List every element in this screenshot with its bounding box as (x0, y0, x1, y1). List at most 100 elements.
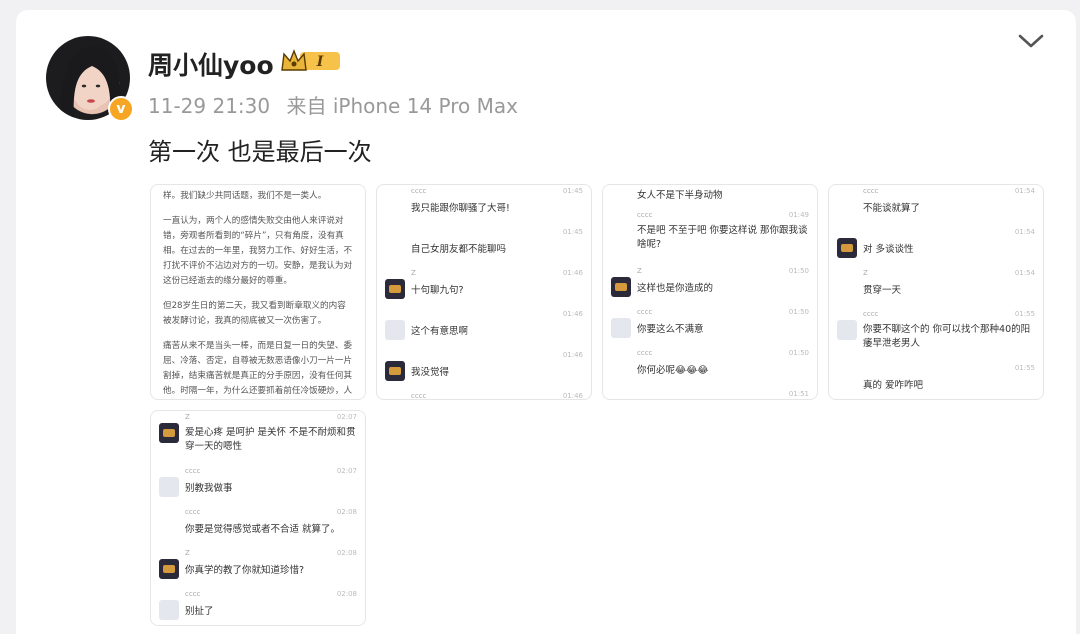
chat-sender: cccc (637, 349, 653, 357)
chat-time: 01:51 (788, 390, 809, 398)
chat-message: 01:45 自己女朋友都不能聊吗 (377, 226, 591, 267)
chat-sender: cccc (637, 211, 653, 219)
chat-sender: Z (185, 413, 190, 421)
chat-text: 你要是觉得感觉或者不合适 就算了。 (185, 524, 341, 535)
post-text: 第一次 也是最后一次 (148, 138, 372, 166)
chat-message: 01:54 对 多谈谈性 (829, 226, 1043, 267)
chat-text: 别教我做事 (185, 483, 233, 494)
chat-avatar (611, 318, 631, 338)
chat-sender: cccc (185, 590, 201, 598)
chat-text: 十句聊九句? (411, 285, 464, 296)
post-image-4[interactable]: cccc 01:54 不能谈就算了 01:54 对 多谈谈性 Z 01:54 贯… (828, 184, 1044, 400)
chat-message: cccc 02:08 你要是觉得感觉或者不合适 就算了。 (151, 506, 365, 547)
chat-sender: cccc (185, 467, 201, 475)
chat-text: 你要这么不满意 (637, 324, 704, 335)
chat-text: 对 多谈谈性 (863, 244, 914, 255)
chat-message: cccc 01:46 (377, 390, 591, 400)
chat-message: 01:46 这个有意思啊 (377, 308, 591, 349)
chat-message: cccc 01:49 不是吧 不至于吧 你要这样说 那你跟我谈啥呢? (603, 209, 817, 265)
chat-message: cccc 02:07 别教我做事 (151, 465, 365, 506)
chat-time: 01:45 (562, 228, 583, 236)
chat-sender: Z (185, 549, 190, 557)
statement-paragraph: 但28岁生日的第二天，我又看到断章取义的内容被发酵讨论，我真的彻底被又一次伤害了… (163, 301, 346, 326)
chat-time: 01:50 (788, 267, 809, 275)
chat-text: 自己女朋友都不能聊吗 (411, 244, 507, 255)
chat-text: 不是吧 不至于吧 你要这样说 那你跟我谈啥呢? (637, 225, 808, 250)
chat-time: 01:49 (788, 211, 809, 219)
chat-text: 你要不聊这个的 你可以找个那种40的阳痿早泄老男人 (863, 324, 1031, 349)
chat-message: cccc 01:55 你要不聊这个的 你可以找个那种40的阳痿早泄老男人 (829, 308, 1043, 362)
chat-avatar (385, 320, 405, 340)
chevron-down-icon[interactable] (1016, 30, 1046, 52)
statement-paragraph: 一直认为，两个人的感情失败交由他人来评说对错，旁观者所看到的“碎片”，只有角度，… (163, 216, 353, 286)
chat-time: 01:46 (562, 269, 583, 277)
chat-sender: cccc (411, 187, 427, 195)
chat-text: 这个有意思啊 (411, 326, 469, 337)
chat-sender: Z (863, 269, 868, 277)
post-image-1[interactable]: 样。我们缺少共同话题，我们不是一类人。 一直认为，两个人的感情失败交由他人来评说… (150, 184, 366, 400)
chat-sender: cccc (863, 310, 879, 318)
chat-avatar (385, 279, 405, 299)
chat-message: cccc 01:50 你要这么不满意 (603, 306, 817, 347)
chat-time: 01:54 (1014, 228, 1035, 236)
chat-avatar (611, 277, 631, 297)
post-meta: 11-29 21:30 来自 iPhone 14 Pro Max (148, 90, 528, 119)
chat-message: cccc 02:08 别扯了 (151, 588, 365, 625)
post-image-5[interactable]: Z 02:07 爱是心疼 是呵护 是关怀 不是不耐烦和贯穿一天的嗯性 cccc … (150, 410, 366, 626)
chat-time: 01:46 (562, 310, 583, 318)
chat-sender: cccc (411, 392, 427, 400)
chat-time: 01:50 (788, 349, 809, 357)
statement-paragraph: 样。我们缺少共同话题，我们不是一类人。 (163, 191, 327, 201)
chat-text: 贯穿一天 (863, 285, 902, 296)
chat-time: 01:54 (1014, 187, 1035, 195)
chat-time: 01:55 (1014, 310, 1035, 318)
chat-avatar (159, 477, 179, 497)
chat-text: 爱是心疼 是呵护 是关怀 不是不耐烦和贯穿一天的嗯性 (185, 427, 356, 452)
post-date: 11-29 21:30 (148, 94, 271, 118)
username[interactable]: 周小仙yoo (148, 46, 274, 82)
chat-text: 你何必呢😂😂😂 (637, 365, 709, 376)
chat-time: 01:45 (562, 187, 583, 195)
chat-time: 01:54 (1014, 269, 1035, 277)
chat-message: Z 02:08 你真学的教了你就知道珍惜? (151, 547, 365, 588)
chat-text: 这样也是你造成的 (637, 283, 714, 294)
chat-message: cccc 01:50 你何必呢😂😂😂 (603, 347, 817, 388)
chat-time: 02:07 (336, 467, 357, 475)
post-image-2[interactable]: cccc 01:45 我只能跟你聊骚了大哥! 01:45 自己女朋友都不能聊吗 … (376, 184, 592, 400)
post-image-3[interactable]: 女人不是下半身动物 cccc 01:49 不是吧 不至于吧 你要这样说 那你跟我… (602, 184, 818, 400)
chat-message: Z 02:07 爱是心疼 是呵护 是关怀 不是不耐烦和贯穿一天的嗯性 (151, 411, 365, 465)
chat-avatar (159, 423, 179, 443)
verified-badge-icon: v (108, 96, 134, 122)
chat-text: 女人不是下半身动物 (637, 190, 723, 201)
chat-text: 不能谈就算了 (863, 203, 921, 214)
chat-time: 01:46 (562, 351, 583, 359)
chat-sender: Z (637, 267, 642, 275)
chat-time: 01:55 (1014, 364, 1035, 372)
chat-time: 02:08 (336, 549, 357, 557)
statement-paragraph: 痛苦从来不是当头一棒，而是日复一日的失望、委屈、冷落、否定，自尊被无数恶语像小刀… (163, 341, 353, 396)
level-label: I (316, 54, 324, 70)
chat-time: 02:08 (336, 590, 357, 598)
chat-text: 你真学的教了你就知道珍惜? (185, 565, 305, 576)
chat-sender: cccc (863, 187, 879, 195)
chat-avatar (159, 600, 179, 620)
chat-sender: cccc (185, 508, 201, 516)
chat-text: 真的 爱咋咋吧 (863, 380, 924, 391)
post-source: 来自 iPhone 14 Pro Max (286, 94, 518, 118)
chat-time: 02:07 (336, 413, 357, 421)
chat-message: 女人不是下半身动物 (603, 185, 817, 209)
chat-message: Z 01:46 十句聊九句? (377, 267, 591, 308)
chat-message: Z 01:50 这样也是你造成的 (603, 265, 817, 306)
chat-message: Z 01:54 贯穿一天 (829, 267, 1043, 308)
chat-message: 01:51 (603, 388, 817, 399)
chat-text: 别扯了 (185, 606, 214, 617)
chat-sender: cccc (637, 308, 653, 316)
crown-level-icon[interactable]: I (280, 48, 342, 74)
chat-sender: Z (411, 269, 416, 277)
chat-avatar (837, 238, 857, 258)
chat-message: 01:46 我没觉得 (377, 349, 591, 390)
chat-avatar (837, 320, 857, 340)
chat-time: 02:08 (336, 508, 357, 516)
chat-message: cccc 01:54 不能谈就算了 (829, 185, 1043, 226)
chat-avatar (159, 559, 179, 579)
